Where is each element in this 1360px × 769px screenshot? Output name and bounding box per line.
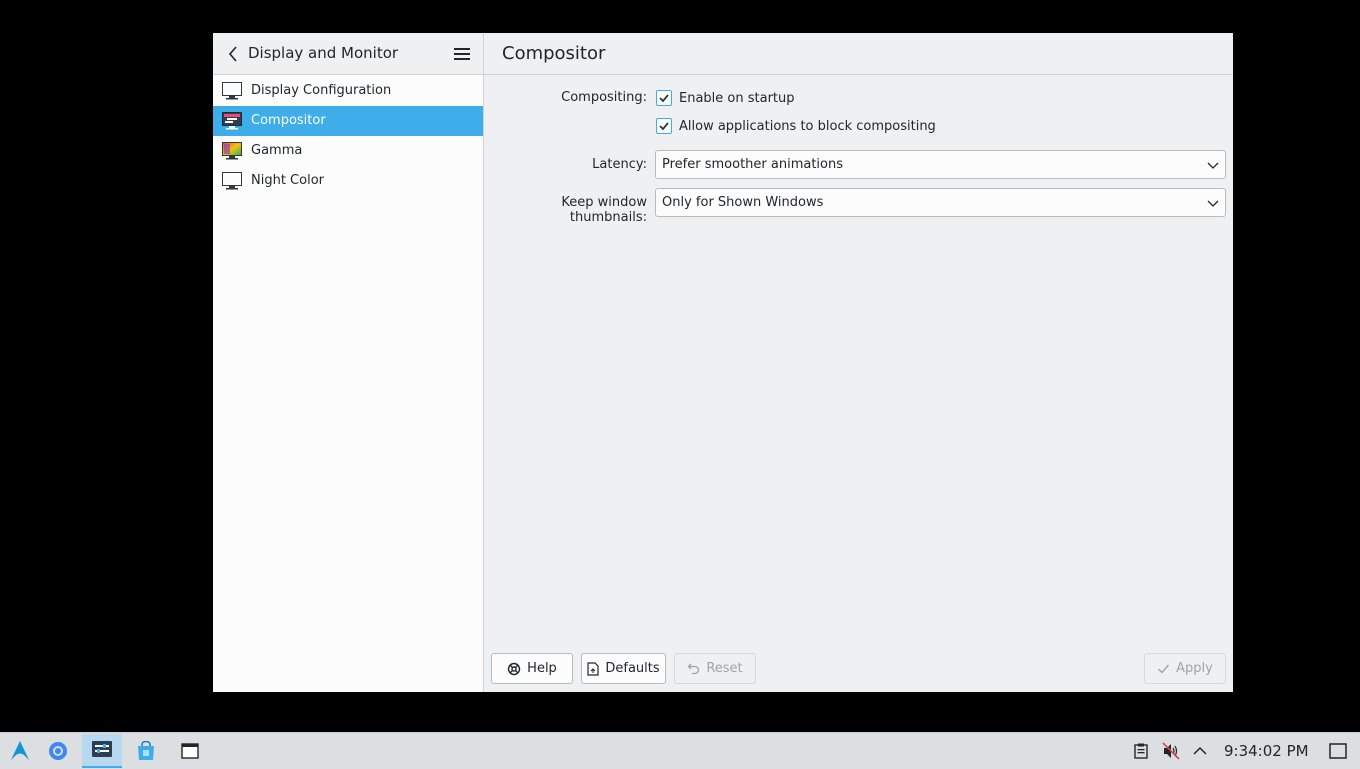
document-icon xyxy=(587,661,599,676)
taskbar-browser[interactable] xyxy=(38,734,78,768)
sidebar-title: Display and Monitor xyxy=(248,44,399,62)
arch-logo-icon xyxy=(11,741,29,760)
checkbox-box xyxy=(656,118,672,134)
taskbar-discover[interactable] xyxy=(126,734,166,768)
volume-muted-icon xyxy=(1162,742,1180,760)
sidebar-item-label: Night Color xyxy=(251,173,324,188)
volume-tray-icon[interactable] xyxy=(1162,742,1180,760)
taskbar-file-manager[interactable] xyxy=(170,734,210,768)
checkbox-box xyxy=(656,90,672,106)
sidebar-item-display-configuration[interactable]: Display Configuration xyxy=(213,76,483,106)
apply-button-label: Apply xyxy=(1176,661,1213,676)
gamma-icon xyxy=(222,142,242,160)
sidebar: Display and Monitor Display Configuratio… xyxy=(213,33,484,692)
checkmark-icon xyxy=(659,94,669,103)
enable-on-startup-checkbox[interactable]: Enable on startup xyxy=(656,90,795,106)
desktop-icon xyxy=(1329,743,1347,759)
chevron-left-icon xyxy=(228,46,237,62)
sidebar-item-label: Gamma xyxy=(251,143,303,158)
system-settings-icon xyxy=(92,741,112,757)
help-icon xyxy=(507,662,521,675)
enable-on-startup-label: Enable on startup xyxy=(679,90,795,106)
checkmark-icon xyxy=(659,122,669,131)
latency-dropdown-value: Prefer smoother animations xyxy=(662,157,843,172)
keep-thumbnails-dropdown[interactable]: Only for Shown Windows xyxy=(655,188,1226,217)
taskbar-system-settings[interactable] xyxy=(82,734,122,768)
show-desktop-button[interactable] xyxy=(1329,742,1347,760)
chevron-down-icon xyxy=(1207,200,1219,207)
compositing-label: Compositing: xyxy=(561,90,647,105)
checkmark-icon xyxy=(1158,664,1170,674)
sidebar-item-compositor[interactable]: Compositor xyxy=(213,106,483,136)
monitor-icon xyxy=(222,82,242,100)
defaults-button-label: Defaults xyxy=(605,661,660,676)
application-launcher-button[interactable] xyxy=(0,734,40,768)
undo-icon xyxy=(687,663,700,675)
help-button-label: Help xyxy=(527,661,557,676)
main-header: Compositor xyxy=(484,33,1233,75)
latency-dropdown[interactable]: Prefer smoother animations xyxy=(655,150,1226,179)
sidebar-nav-list: Display Configuration Compositor Gamma N… xyxy=(213,75,483,196)
chevron-down-icon xyxy=(1207,162,1219,169)
sidebar-item-label: Compositor xyxy=(251,113,326,128)
sidebar-item-label: Display Configuration xyxy=(251,83,392,98)
reset-button[interactable]: Reset xyxy=(674,653,756,684)
browser-icon xyxy=(49,742,67,760)
compositor-icon xyxy=(222,112,242,130)
keep-thumbnails-dropdown-value: Only for Shown Windows xyxy=(662,195,824,210)
taskbar: 9:34:02 PM xyxy=(0,732,1360,769)
reset-button-label: Reset xyxy=(706,661,743,676)
latency-label: Latency: xyxy=(592,157,647,172)
back-button[interactable] xyxy=(223,43,243,65)
allow-block-compositing-label: Allow applications to block compositing xyxy=(679,118,936,134)
chevron-up-icon xyxy=(1193,746,1207,755)
tray-expand-button[interactable] xyxy=(1191,742,1209,760)
main-panel: Compositor Compositing: Enable on startu… xyxy=(484,33,1233,692)
sidebar-item-gamma[interactable]: Gamma xyxy=(213,136,483,166)
system-settings-window: Display and Monitor Display Configuratio… xyxy=(213,33,1233,692)
hamburger-menu-button[interactable] xyxy=(451,43,473,65)
hamburger-icon xyxy=(454,48,470,60)
window-icon xyxy=(181,743,199,759)
clock[interactable]: 9:34:02 PM xyxy=(1224,742,1309,760)
allow-block-compositing-checkbox[interactable]: Allow applications to block compositing xyxy=(656,118,936,134)
monitor-icon xyxy=(222,172,242,190)
apply-button[interactable]: Apply xyxy=(1144,653,1226,684)
keep-thumbnails-label: Keep window thumbnails: xyxy=(561,195,647,225)
sidebar-header: Display and Monitor xyxy=(213,33,483,75)
clipboard-tray-icon[interactable] xyxy=(1132,742,1150,760)
page-title: Compositor xyxy=(502,43,606,64)
clipboard-icon xyxy=(1134,743,1148,759)
store-icon xyxy=(138,741,154,760)
help-button[interactable]: Help xyxy=(491,653,573,684)
defaults-button[interactable]: Defaults xyxy=(581,653,666,684)
sidebar-item-night-color[interactable]: Night Color xyxy=(213,166,483,196)
